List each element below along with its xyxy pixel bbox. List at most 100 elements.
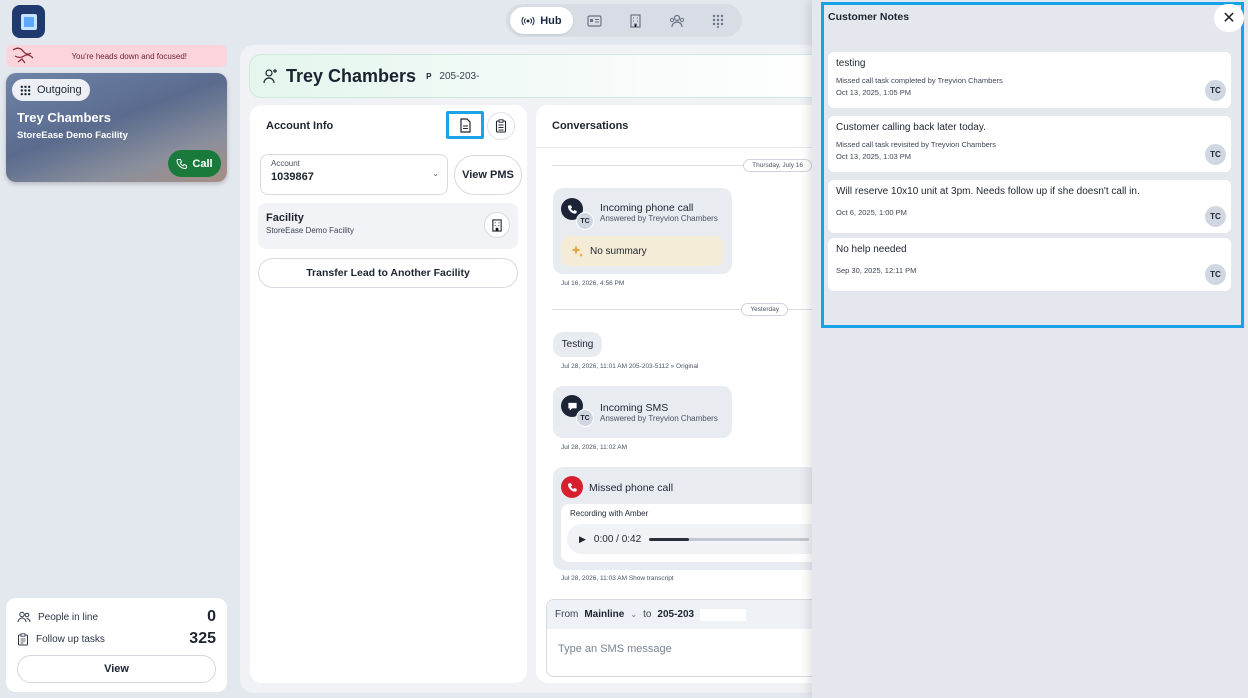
customer-notes-drawer: Customer Notes ✕ testing Missed call tas…	[812, 0, 1248, 698]
event-title: Missed phone call	[589, 482, 674, 494]
from-select[interactable]: Mainline	[584, 609, 624, 620]
note-author-avatar: TC	[1205, 144, 1226, 165]
outgoing-call-card: Outgoing Trey Chambers StoreEase Demo Fa…	[6, 73, 227, 182]
note-author-avatar: TC	[1205, 80, 1226, 101]
recording-player: Recording with Amber ▶ 0:00 / 0:42	[561, 504, 820, 562]
note-card[interactable]: testing Missed call task completed by Tr…	[828, 52, 1231, 108]
account-info-panel: Account Info Account 1039867 ⌄ View PMS …	[250, 105, 527, 683]
call-button[interactable]: Call	[168, 150, 221, 177]
building-icon	[630, 13, 641, 28]
customer-notes-panel: Customer Notes ✕ testing Missed call tas…	[821, 2, 1244, 328]
note-card[interactable]: No help needed Sep 30, 2025, 12:11 PM TC	[828, 238, 1231, 291]
phone-icon	[176, 158, 188, 169]
people-in-line-count: 0	[207, 608, 216, 625]
call-summary: No summary	[561, 236, 723, 266]
audio-progress-bar[interactable]	[649, 537, 810, 541]
account-select[interactable]: Account 1039867 ⌄	[260, 154, 448, 195]
tab-contacts[interactable]	[575, 7, 614, 34]
tab-dialpad[interactable]	[699, 7, 738, 34]
focus-message: You're heads down and focused!	[71, 51, 187, 61]
tab-facilities[interactable]	[616, 7, 655, 34]
note-date: Oct 13, 2025, 1:05 PM	[836, 88, 912, 97]
event-subtitle: Answered by Treyvion Chambers	[600, 414, 718, 423]
notes-button[interactable]	[446, 111, 484, 139]
people-icon	[17, 611, 31, 623]
follow-up-tasks-label: Follow up tasks	[36, 633, 105, 645]
tab-team[interactable]	[657, 7, 696, 34]
agent-avatar: TC	[576, 212, 594, 230]
event-subtitle: Answered by Treyvion Chambers	[600, 214, 718, 223]
note-title: testing	[836, 58, 866, 69]
sms-message[interactable]: Testing	[553, 332, 602, 357]
people-in-line-label: People in line	[38, 611, 99, 623]
to-number[interactable]: 205-203	[657, 609, 694, 620]
chevron-down-icon: ⌄	[432, 169, 439, 178]
day-separator-label: Thursday, July 16	[743, 158, 812, 172]
event-timestamp: Jul 28, 2026, 11:02 AM	[561, 444, 628, 451]
transfer-lead-button[interactable]: Transfer Lead to Another Facility	[258, 258, 518, 288]
from-label: From	[555, 609, 579, 620]
day-separator: Thursday, July 16	[552, 158, 820, 172]
queue-view-button[interactable]: View	[17, 655, 216, 683]
note-card[interactable]: Will reserve 10x10 unit at 3pm. Needs fo…	[828, 180, 1231, 233]
composer-header: From Mainline ⌄ to 205-203	[547, 600, 820, 629]
facility-details-button[interactable]	[484, 212, 510, 238]
account-select-label: Account	[271, 159, 300, 168]
note-title: Will reserve 10x10 unit at 3pm. Needs fo…	[836, 186, 1140, 197]
facility-box: Facility StoreEase Demo Facility	[258, 203, 518, 249]
follow-up-tasks-count: 325	[189, 630, 216, 647]
outgoing-contact-name: Trey Chambers	[17, 110, 111, 125]
note-date: Oct 6, 2025, 1:00 PM	[836, 208, 907, 217]
incoming-call-event[interactable]: TC Incoming phone call Answered by Treyv…	[553, 188, 732, 274]
lead-phone[interactable]: 205-203-	[439, 71, 479, 82]
close-icon[interactable]: ✕	[1214, 4, 1244, 32]
tab-hub[interactable]: Hub	[510, 7, 573, 34]
broadcast-icon	[521, 16, 535, 25]
conversations-title: Conversations	[536, 105, 820, 148]
note-title: Customer calling back later today.	[836, 122, 986, 133]
clipboard-icon	[18, 632, 28, 645]
focus-doodle-icon	[12, 47, 34, 64]
account-info-title: Account Info	[266, 120, 334, 132]
missed-call-icon	[561, 476, 583, 498]
facility-title: Facility	[266, 212, 304, 224]
lead-name: Trey Chambers	[286, 65, 417, 86]
call-button-label: Call	[192, 157, 213, 170]
view-pms-button[interactable]: View PMS	[454, 155, 522, 195]
note-date: Oct 13, 2025, 1:03 PM	[836, 152, 912, 161]
sms-composer: From Mainline ⌄ to 205-203 Type an SMS m…	[546, 599, 820, 677]
outgoing-label: Outgoing	[37, 84, 82, 96]
sms-meta[interactable]: Jul 28, 2026, 11:01 AM 205-203-5112 » Or…	[561, 363, 698, 370]
day-separator-label: Yesterday	[741, 302, 788, 316]
dialpad-icon	[20, 85, 31, 95]
missed-call-meta[interactable]: Jul 28, 2026, 11:03 AM Show transcript	[561, 575, 674, 582]
lead-header: Trey Chambers P 205-203-	[249, 54, 820, 98]
people-in-line-row: People in line 0	[17, 606, 216, 628]
outgoing-chip[interactable]: Outgoing	[12, 79, 90, 101]
app-logo[interactable]	[12, 5, 45, 38]
sms-input[interactable]: Type an SMS message	[547, 629, 820, 655]
to-label: to	[643, 609, 652, 620]
users-icon	[669, 14, 685, 27]
incoming-sms-event[interactable]: TC Incoming SMS Answered by Treyvion Cha…	[553, 386, 732, 438]
event-title: Incoming phone call	[600, 202, 694, 214]
outgoing-facility: StoreEase Demo Facility	[17, 130, 128, 141]
account-select-value: 1039867	[271, 171, 314, 183]
day-separator: Yesterday	[552, 302, 820, 316]
chevron-down-icon: ⌄	[630, 610, 638, 619]
recording-label: Recording with Amber	[570, 509, 649, 518]
document-icon	[459, 117, 471, 133]
missed-call-event[interactable]: Missed phone call Recording with Amber ▶…	[553, 467, 820, 570]
user-plus-icon	[263, 69, 277, 84]
tab-hub-label: Hub	[540, 14, 562, 27]
focus-status-banner[interactable]: You're heads down and focused!	[6, 45, 227, 67]
audio-controls: ▶ 0:00 / 0:42	[567, 524, 820, 554]
customer-notes-title: Customer Notes	[828, 11, 910, 23]
tasks-button[interactable]	[487, 112, 515, 140]
redacted-block	[700, 608, 747, 621]
call-summary-text: No summary	[590, 245, 647, 257]
sparkle-icon	[571, 245, 583, 257]
agent-avatar: TC	[576, 409, 594, 427]
play-icon[interactable]: ▶	[579, 534, 586, 545]
note-card[interactable]: Customer calling back later today. Misse…	[828, 116, 1231, 172]
